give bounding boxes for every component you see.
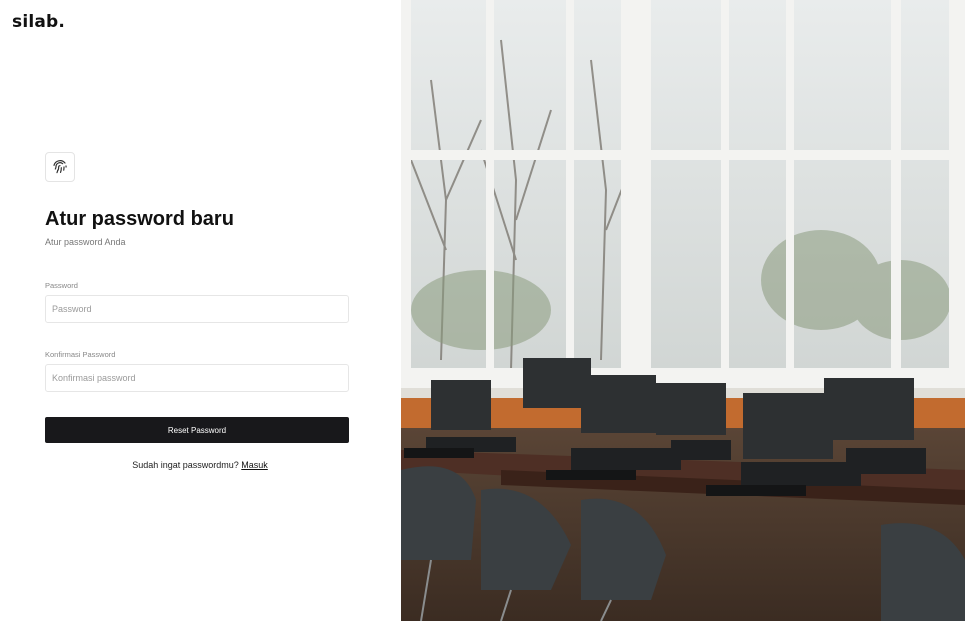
- page-subtitle: Atur password Anda: [45, 237, 126, 247]
- reset-password-button[interactable]: Reset Password: [45, 417, 349, 443]
- fingerprint-icon-box: [45, 152, 75, 182]
- fingerprint-icon: [53, 160, 67, 174]
- confirm-password-label: Konfirmasi Password: [45, 350, 116, 359]
- login-link[interactable]: Masuk: [241, 460, 268, 470]
- brand-logo[interactable]: silab.: [12, 12, 65, 32]
- hero-image: [401, 0, 965, 621]
- password-input[interactable]: [45, 295, 349, 323]
- remember-text: Sudah ingat passwordmu?: [132, 460, 239, 470]
- page-title: Atur password baru: [45, 208, 234, 230]
- computer-lab-illustration: [401, 0, 965, 621]
- form-panel: silab. Atur password baru Atur password …: [0, 0, 400, 621]
- remember-prompt: Sudah ingat passwordmu? Masuk: [0, 460, 400, 470]
- confirm-password-input[interactable]: [45, 364, 349, 392]
- password-label: Password: [45, 281, 78, 290]
